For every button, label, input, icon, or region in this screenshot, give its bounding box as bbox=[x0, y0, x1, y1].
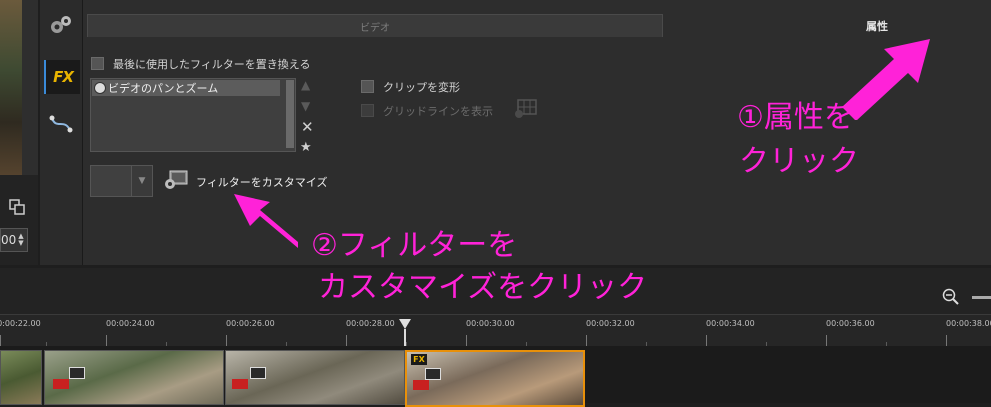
filter-item-label: ビデオのパンとズーム bbox=[108, 82, 219, 95]
annotation-step1-line1: ①属性を bbox=[737, 100, 854, 135]
annotation-step1-line2: クリック bbox=[739, 144, 859, 179]
fx-icon[interactable]: FX bbox=[44, 60, 80, 94]
tick-label: 00:00:28.00 bbox=[346, 319, 395, 328]
annotation-step2-line1: ②フィルターを bbox=[311, 228, 518, 263]
timeline-ruler[interactable]: 00:00:22.00 00:00:24.00 00:00:26.00 00:0… bbox=[0, 314, 991, 347]
list-item[interactable]: ビデオのパンとズーム bbox=[92, 80, 280, 96]
tab-attributes[interactable]: 属性 bbox=[663, 14, 991, 37]
film-icon bbox=[250, 367, 266, 379]
filter-list[interactable]: ビデオのパンとズーム bbox=[90, 78, 296, 152]
eye-icon[interactable] bbox=[94, 82, 106, 94]
chevron-down-icon: ▼ bbox=[138, 176, 146, 186]
icon-rail: FX bbox=[40, 0, 83, 265]
move-up-icon[interactable]: ▲ bbox=[301, 78, 310, 92]
fx-badge-icon: FX bbox=[411, 354, 427, 365]
show-gridlines-checkbox[interactable] bbox=[361, 104, 374, 117]
transform-clip-label: クリップを変形 bbox=[383, 81, 460, 94]
preview-image bbox=[0, 0, 22, 175]
playhead-line bbox=[404, 329, 406, 347]
preset-thumbnail[interactable] bbox=[90, 165, 132, 197]
preview-divider bbox=[22, 0, 38, 175]
scrollbar[interactable] bbox=[286, 80, 294, 148]
customize-filter-button[interactable]: フィルターをカスタマイズ bbox=[196, 174, 327, 190]
film-icon bbox=[69, 367, 85, 379]
grid-settings-icon[interactable] bbox=[512, 98, 538, 120]
counter-field[interactable]: 00 ▲ ▼ bbox=[0, 228, 28, 252]
customize-filter-icon[interactable] bbox=[163, 170, 189, 190]
replace-last-filter-checkbox[interactable] bbox=[91, 57, 104, 70]
arrow-annotation-2 bbox=[234, 194, 298, 248]
video-track: FX bbox=[0, 346, 991, 407]
audio-muted-icon bbox=[413, 380, 429, 390]
copy-icon[interactable] bbox=[8, 198, 26, 216]
video-clip[interactable] bbox=[44, 350, 224, 405]
tick-label: 00:00:32.00 bbox=[586, 319, 635, 328]
move-down-icon[interactable]: ▼ bbox=[301, 99, 310, 113]
counter-value: 00 bbox=[1, 233, 17, 247]
tick-label: 00:00:38.00 bbox=[946, 319, 991, 328]
delete-icon[interactable]: ✕ bbox=[301, 118, 314, 136]
playhead[interactable] bbox=[399, 319, 411, 329]
zoom-slider[interactable] bbox=[972, 296, 991, 299]
path-icon[interactable] bbox=[44, 108, 78, 142]
video-clip[interactable] bbox=[0, 350, 42, 405]
tab-video[interactable]: ビデオ bbox=[87, 14, 663, 37]
replace-last-filter-label: 最後に使用したフィルターを置き換える bbox=[113, 58, 311, 71]
preset-dropdown[interactable]: ▼ bbox=[131, 165, 153, 197]
transform-clip-checkbox[interactable] bbox=[361, 80, 374, 93]
tick-label: 00:00:22.00 bbox=[0, 319, 41, 328]
tick-label: 00:00:34.00 bbox=[706, 319, 755, 328]
film-icon bbox=[425, 368, 441, 380]
audio-muted-icon bbox=[53, 379, 69, 389]
tick-label: 00:00:24.00 bbox=[106, 319, 155, 328]
arrow-shape bbox=[234, 194, 298, 248]
video-clip[interactable] bbox=[225, 350, 405, 405]
show-gridlines-label: グリッドラインを表示 bbox=[383, 105, 493, 118]
spin-arrows-icon[interactable]: ▲ ▼ bbox=[18, 233, 23, 247]
zoom-out-icon[interactable] bbox=[942, 288, 960, 306]
tick-label: 00:00:30.00 bbox=[466, 319, 515, 328]
video-clip-selected[interactable]: FX bbox=[405, 350, 585, 407]
tick-label: 00:00:26.00 bbox=[226, 319, 275, 328]
reset-icon[interactable]: ★ bbox=[300, 140, 312, 155]
media-gear-icon[interactable] bbox=[44, 8, 78, 42]
arrow-shape bbox=[842, 39, 930, 120]
audio-muted-icon bbox=[232, 379, 248, 389]
annotation-step2-line2: カスタマイズをクリック bbox=[318, 270, 648, 305]
tick-label: 00:00:36.00 bbox=[826, 319, 875, 328]
